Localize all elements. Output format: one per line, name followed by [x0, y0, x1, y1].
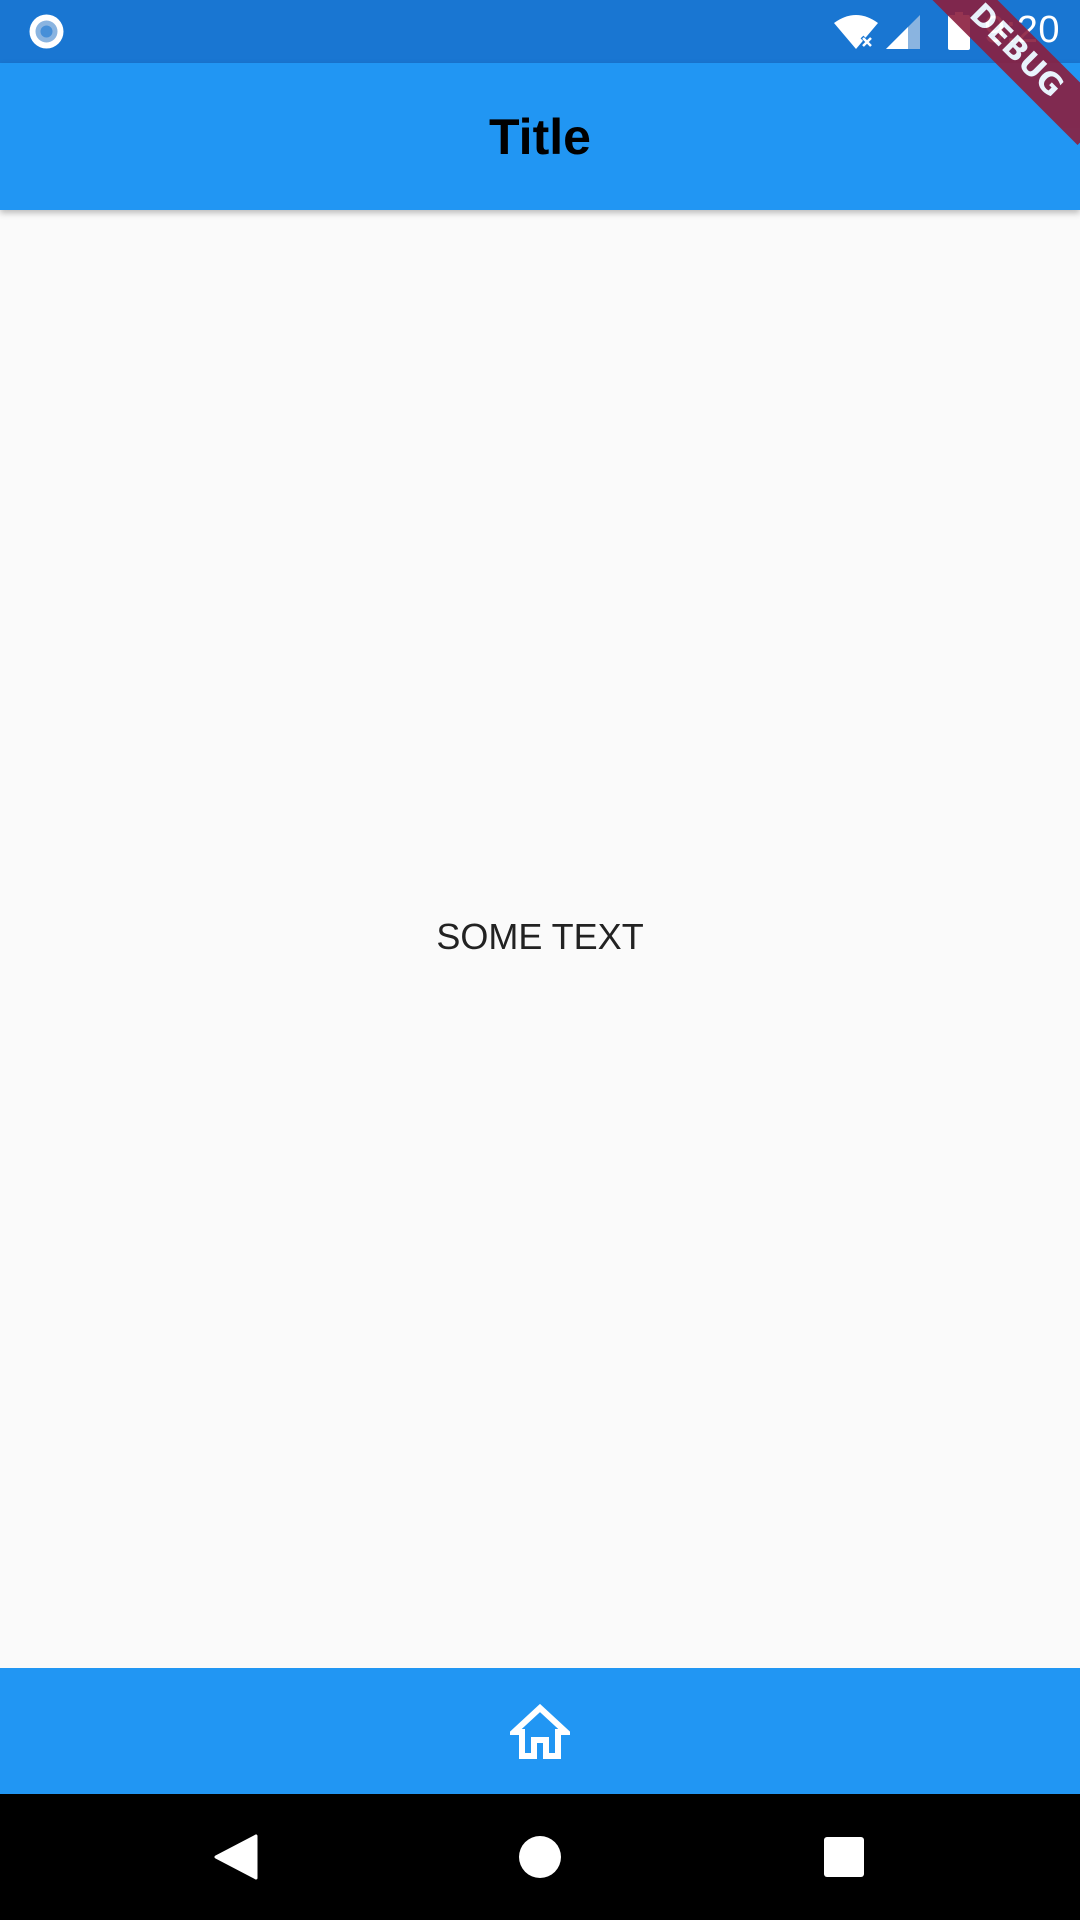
wifi-icon [834, 15, 878, 49]
app-bar: Title [0, 63, 1080, 210]
cell-signal-icon [886, 15, 920, 49]
system-nav-bar [0, 1794, 1080, 1920]
back-icon[interactable] [214, 1834, 258, 1880]
body-text: SOME TEXT [436, 916, 644, 957]
record-icon [29, 14, 64, 49]
bottom-app-bar [0, 1668, 1080, 1794]
status-bar: 9:20 [0, 0, 1080, 63]
main-content: SOME TEXT [0, 210, 1080, 1668]
page-title: Title [489, 109, 591, 165]
nav-home-icon[interactable] [518, 1835, 562, 1879]
recents-icon[interactable] [823, 1836, 865, 1878]
home-icon[interactable] [510, 1704, 570, 1760]
